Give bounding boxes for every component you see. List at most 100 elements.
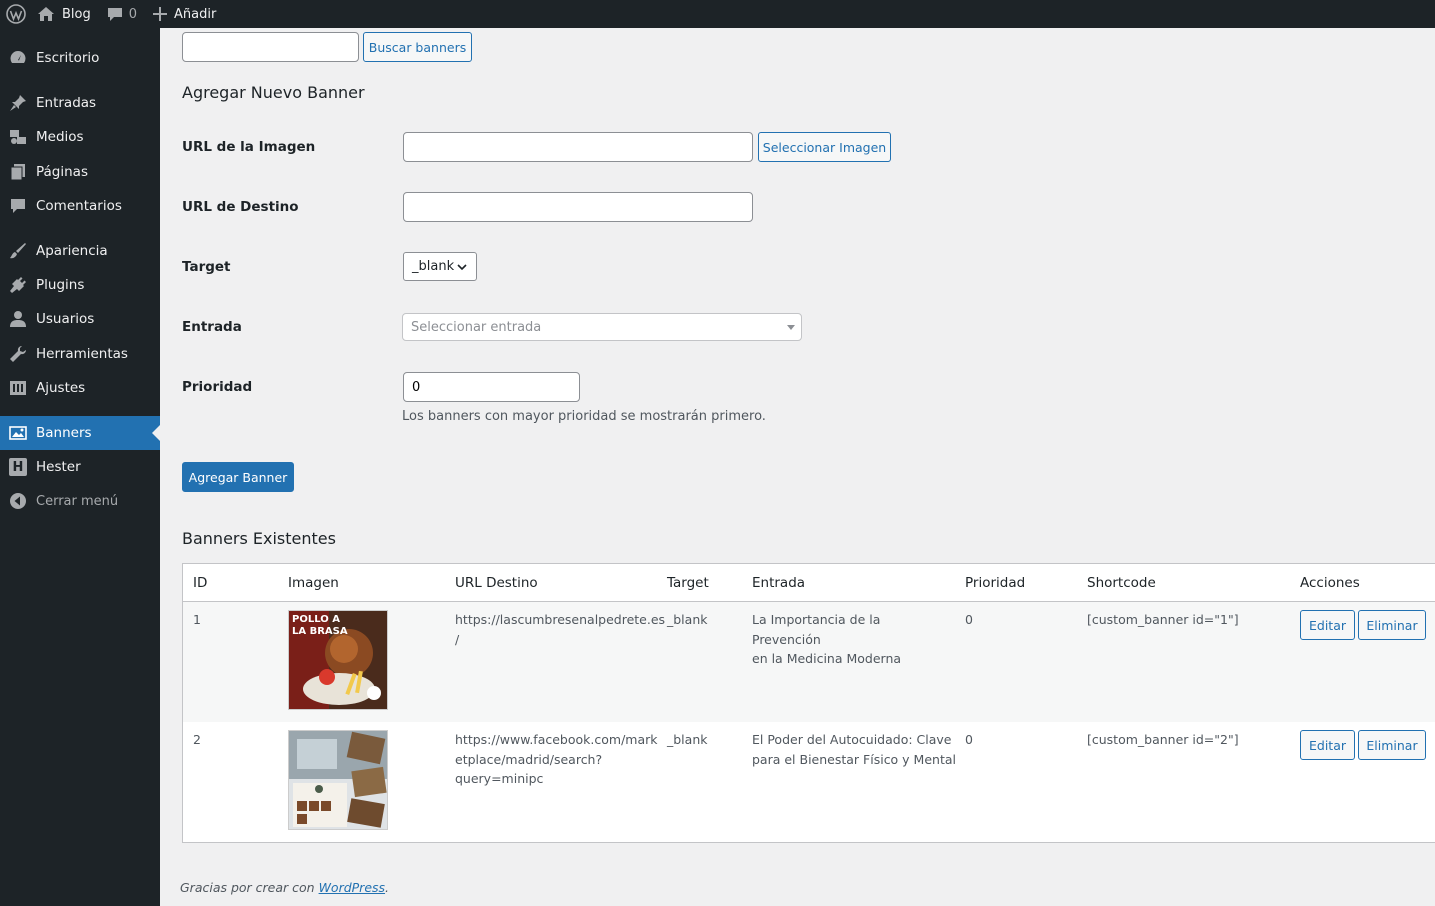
sidebar-item-escritorio[interactable]: Escritorio [0,41,160,75]
row-id: 2 [193,732,201,747]
row-url: https://www.facebook.com/mark etplace/ma… [455,730,658,789]
comment-icon [0,197,36,215]
sidebar-item-usuarios[interactable]: Usuarios [0,302,160,336]
row-url-line: / [455,631,460,647]
column-header-actions: Acciones [1300,574,1360,591]
banners-table: ID Imagen URL Destino Target Entrada Pri… [182,563,1435,843]
row-shortcode: [custom_banner id="2"] [1087,732,1239,747]
collapse-icon [0,492,36,510]
column-header-url: URL Destino [455,574,538,591]
delete-button[interactable]: Eliminar [1358,730,1426,760]
hester-icon: H [0,458,36,476]
new-content-link[interactable]: Añadir [145,0,224,28]
select-image-button[interactable]: Seleccionar Imagen [758,132,891,162]
sidebar-item-banners[interactable]: Banners [0,416,160,450]
collapse-menu-button[interactable]: Cerrar menú [0,484,160,518]
chevron-down-icon [457,264,467,271]
image-url-input[interactable] [403,132,753,162]
row-entry-line: La Importancia de la Prevención [752,612,881,647]
sidebar-item-hester[interactable]: H Hester [0,450,160,484]
column-header-priority: Prioridad [965,574,1026,591]
row-shortcode: [custom_banner id="1"] [1087,612,1239,627]
sidebar-item-ajustes[interactable]: Ajustes [0,371,160,405]
target-select-value: _blank [412,259,455,274]
entry-select-placeholder: Seleccionar entrada [411,319,542,335]
dashboard-icon [0,49,36,67]
plus-icon [153,7,168,21]
entry-select[interactable]: Seleccionar entrada [402,313,802,341]
dest-url-input[interactable] [403,192,753,222]
banner-thumbnail: POLLO A LA BRASA [288,610,388,710]
plugin-icon [0,276,36,294]
priority-input[interactable] [403,372,580,402]
search-input[interactable] [182,32,359,62]
admin-sidebar: Escritorio Entradas Medios Páginas Comen… [0,28,160,906]
sidebar-item-medios[interactable]: Medios [0,120,160,154]
table-row: 2 https://www.facebook.com/mark etplace/… [183,722,1435,842]
comment-icon [107,7,122,21]
target-label: Target [182,259,231,275]
pages-icon [0,163,36,181]
wordpress-link[interactable]: WordPress [319,880,385,895]
home-icon [38,7,54,21]
sidebar-item-herramientas[interactable]: Herramientas [0,337,160,371]
comments-count: 0 [128,6,138,22]
image-url-label: URL de la Imagen [182,139,316,155]
row-priority: 0 [965,732,973,747]
new-label: Añadir [174,6,217,22]
sidebar-item-entradas[interactable]: Entradas [0,86,160,120]
brush-icon [0,242,36,260]
site-home-link[interactable]: Blog [33,0,99,28]
thumb-text-line: LA BRASA [292,626,348,637]
sidebar-item-plugins[interactable]: Plugins [0,268,160,302]
footer-suffix: . [385,880,390,895]
row-id: 1 [193,612,201,627]
pin-icon [0,94,36,112]
comments-link[interactable]: 0 [99,0,145,28]
edit-button[interactable]: Editar [1300,730,1355,760]
row-entry-line: para el Bienestar Físico y Mental [752,751,956,767]
row-target: _blank [667,732,708,747]
form-title: Agregar Nuevo Banner [182,83,365,102]
settings-icon [0,379,36,397]
row-entry-line: El Poder del Autocuidado: Clave [752,732,952,747]
column-header-id: ID [193,574,208,591]
entry-label: Entrada [182,319,242,335]
row-url-line: https://www.facebook.com/mark [455,732,658,747]
admin-footer: Gracias por crear con WordPress. [180,880,389,895]
table-title: Banners Existentes [182,529,336,548]
admin-bar: Blog 0 Añadir [0,0,1435,28]
row-priority: 0 [965,612,973,627]
banners-icon [0,424,36,442]
add-banner-button[interactable]: Agregar Banner [182,462,294,492]
row-target: _blank [667,612,708,627]
row-url: https://lascumbresenalpedrete.es / [455,610,666,649]
sidebar-item-apariencia[interactable]: Apariencia [0,234,160,268]
row-url-line: query=minipc [455,771,544,786]
priority-label: Prioridad [182,379,253,395]
site-name: Blog [62,6,91,22]
wrench-icon [0,345,36,363]
sidebar-item-paginas[interactable]: Páginas [0,155,160,189]
delete-button[interactable]: Eliminar [1358,610,1426,640]
target-select[interactable]: _blank [403,252,477,281]
banner-thumbnail [288,730,388,830]
edit-button[interactable]: Editar [1300,610,1355,640]
dest-url-label: URL de Destino [182,199,299,215]
user-icon [0,310,36,328]
wordpress-logo-icon[interactable] [0,0,33,28]
row-url-line: https://lascumbresenalpedrete.es [455,612,666,627]
search-button[interactable]: Buscar banners [363,32,472,62]
main-content: Buscar banners Agregar Nuevo Banner URL … [160,28,1435,906]
column-header-entry: Entrada [752,574,806,591]
row-url-line: etplace/madrid/search? [455,751,603,767]
row-entry-line: en la Medicina Moderna [752,651,902,666]
thumb-text-line: POLLO A [292,614,340,625]
sidebar-item-comentarios[interactable]: Comentarios [0,189,160,223]
footer-text: Gracias por crear con [180,880,319,895]
column-header-image: Imagen [288,574,339,591]
column-header-target: Target [667,574,709,591]
column-header-shortcode: Shortcode [1087,574,1156,591]
row-entry: La Importancia de la Prevención en la Me… [752,610,952,669]
priority-description: Los banners con mayor prioridad se mostr… [402,409,766,424]
